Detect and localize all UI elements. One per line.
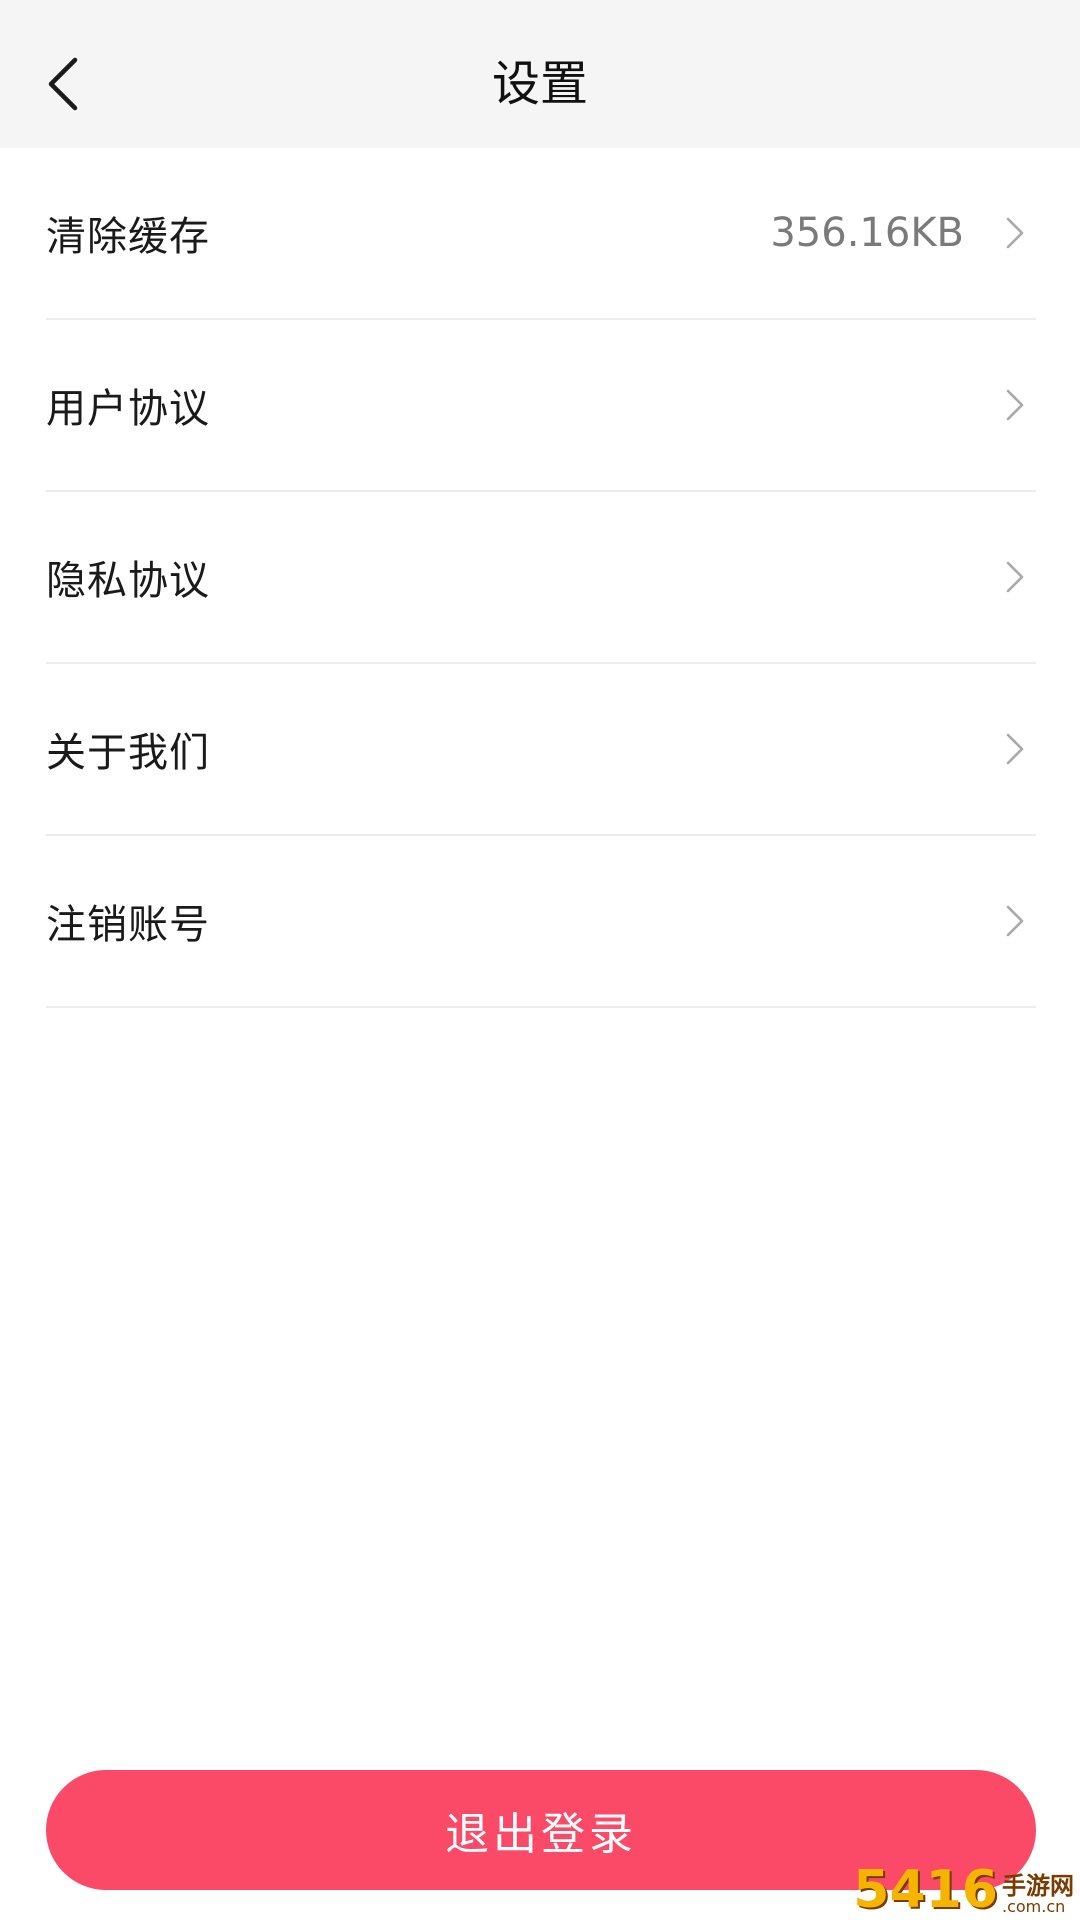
delete-account-label: 注销账号 bbox=[46, 902, 210, 948]
settings-page: 设置 清除缓存 356.16KB 用户协议 隐私协议 关于我们 注销账号 退出登… bbox=[0, 0, 1080, 1920]
delete-account-item[interactable]: 注销账号 bbox=[46, 836, 1036, 1008]
chevron-right-icon bbox=[1000, 385, 1030, 425]
logout-button[interactable]: 退出登录 bbox=[46, 1770, 1036, 1890]
privacy-agreement-label: 隐私协议 bbox=[46, 558, 210, 604]
watermark-domain: .com.cn bbox=[1002, 1897, 1066, 1917]
chevron-right-icon bbox=[1000, 729, 1030, 769]
header-bar: 设置 bbox=[0, 0, 1080, 148]
about-us-item[interactable]: 关于我们 bbox=[46, 664, 1036, 836]
chevron-right-icon bbox=[1000, 557, 1030, 597]
chevron-right-icon bbox=[1000, 901, 1030, 941]
watermark-text: 手游网 .com.cn bbox=[1002, 1872, 1074, 1917]
settings-list: 清除缓存 356.16KB 用户协议 隐私协议 关于我们 注销账号 bbox=[0, 148, 1080, 1008]
about-us-label: 关于我们 bbox=[46, 730, 210, 776]
user-agreement-label: 用户协议 bbox=[46, 386, 210, 432]
page-title: 设置 bbox=[491, 56, 588, 112]
privacy-agreement-item[interactable]: 隐私协议 bbox=[46, 492, 1036, 664]
chevron-right-icon bbox=[1000, 213, 1030, 253]
clear-cache-label: 清除缓存 bbox=[46, 214, 210, 260]
cache-size-value: 356.16KB bbox=[770, 210, 964, 256]
user-agreement-item[interactable]: 用户协议 bbox=[46, 320, 1036, 492]
watermark-name: 手游网 bbox=[1002, 1872, 1074, 1901]
clear-cache-item[interactable]: 清除缓存 356.16KB bbox=[46, 148, 1036, 320]
